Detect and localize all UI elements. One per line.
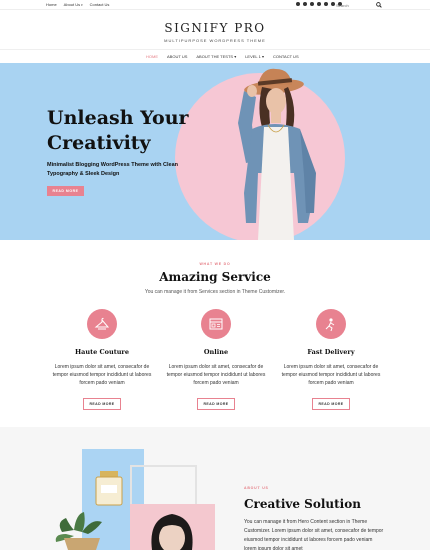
about-text: You can manage it from Hero Content sect… (244, 519, 384, 550)
hero-model-image (238, 68, 316, 240)
nav-level-1[interactable]: LEVEL 1 ▾ (245, 54, 264, 59)
hero-subtitle: Minimalist Blogging WordPress Theme with… (47, 162, 178, 177)
service-text: Lorem ipsum dolor sit amet, consecafor d… (281, 364, 381, 386)
hero-read-more-button[interactable]: READ MORE (47, 186, 84, 196)
service-title: Haute Couture (74, 348, 129, 356)
service-title: Online (203, 348, 229, 356)
services-eyebrow: WHAT WE DO (199, 262, 231, 266)
service-card: Fast Delivery Lorem ipsum dolor sit amet… (276, 309, 386, 410)
nav-about-us[interactable]: ABOUT US (167, 54, 187, 59)
chevron-down-icon: ▾ (234, 54, 237, 59)
hero-banner: Unleash Your Creativity Minimalist Blogg… (0, 63, 430, 240)
top-nav-about[interactable]: About Us▾ (64, 2, 83, 7)
service-read-more-button[interactable]: READ MORE (312, 398, 350, 410)
main-nav-bar: HOME ABOUT US ABOUT THE TESTS ▾ LEVEL 1 … (0, 49, 430, 63)
hero-title-line-1: Unleash Your (47, 107, 189, 129)
top-nav-contact[interactable]: Contact Us (90, 2, 110, 7)
nav-about-the-tests[interactable]: ABOUT THE TESTS ▾ (196, 54, 236, 59)
top-nav-home[interactable]: Home (46, 2, 57, 7)
search-box (336, 2, 386, 8)
nav-contact-us[interactable]: CONTACT US (273, 54, 299, 59)
instagram-icon[interactable] (310, 2, 314, 6)
chevron-down-icon: ▾ (81, 3, 83, 7)
hanger-icon (87, 309, 117, 339)
linkedin-icon[interactable] (331, 2, 335, 6)
twitter-icon[interactable] (303, 2, 307, 6)
main-nav: HOME ABOUT US ABOUT THE TESTS ▾ LEVEL 1 … (146, 54, 299, 59)
portrait-image (151, 514, 193, 550)
succulent-plant-image (55, 512, 102, 550)
service-read-more-button[interactable]: READ MORE (83, 398, 121, 410)
facebook-icon[interactable] (296, 2, 300, 6)
pinterest-icon[interactable] (317, 2, 321, 6)
nav-about-the-tests-label: ABOUT THE TESTS (196, 54, 234, 59)
services-description: You can manage it from Services section … (144, 289, 286, 295)
hanger-icon-glyph (94, 317, 110, 330)
nav-level-1-label: LEVEL 1 (245, 54, 261, 59)
search-input[interactable] (336, 2, 374, 8)
top-nav: Home About Us▾ Contact Us (46, 2, 109, 7)
hero-title-line-2: Creativity (47, 132, 151, 154)
top-nav-about-label: About Us (63, 2, 81, 7)
hero-title: Unleash Your Creativity (47, 106, 189, 156)
services-title: Amazing Service (159, 270, 271, 284)
service-text: Lorem ipsum dolor sit amet, consecafor d… (166, 364, 266, 386)
top-bar: Home About Us▾ Contact Us (0, 0, 430, 10)
chevron-down-icon: ▾ (261, 54, 264, 59)
service-card: Haute Couture Lorem ipsum dolor sit amet… (47, 309, 157, 410)
nav-home[interactable]: HOME (146, 54, 158, 59)
browser-window-icon (201, 309, 231, 339)
delivery-icon (316, 309, 346, 339)
search-icon[interactable] (376, 2, 382, 8)
service-text: Lorem ipsum dolor sit amet, consecafor d… (52, 364, 152, 386)
site-title[interactable]: SIGNIFY PRO (0, 21, 430, 35)
about-title: Creative Solution (244, 497, 361, 511)
browser-window-icon-glyph (209, 318, 223, 330)
service-title: Fast Delivery (307, 348, 355, 356)
youtube-icon[interactable] (324, 2, 328, 6)
service-card: Online Lorem ipsum dolor sit amet, conse… (161, 309, 271, 410)
delivery-icon-glyph (325, 318, 335, 332)
about-eyebrow: ABOUT US (244, 486, 269, 490)
service-read-more-button[interactable]: READ MORE (197, 398, 235, 410)
site-tagline: MULTIPURPOSE WORDPRESS THEME (164, 38, 266, 43)
site-branding: SIGNIFY PRO MULTIPURPOSE WORDPRESS THEME (0, 21, 430, 43)
collage-portrait-panel (130, 504, 215, 550)
